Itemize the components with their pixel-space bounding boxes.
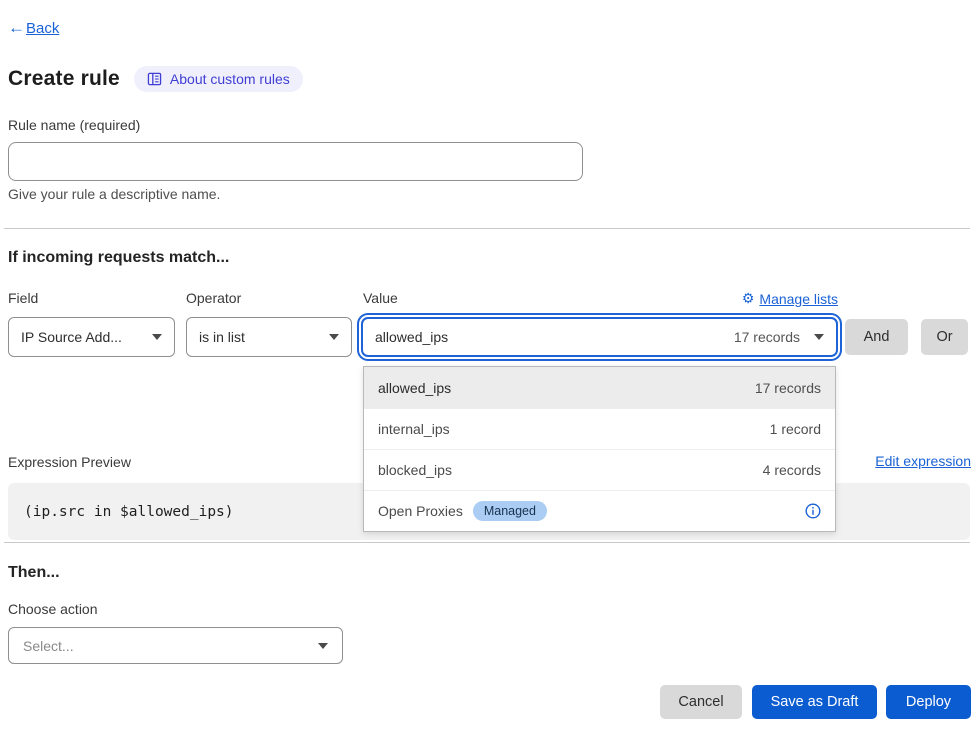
info-icon[interactable] [805, 503, 821, 519]
page-header: Create rule About custom rules [8, 66, 303, 92]
about-custom-rules-label: About custom rules [170, 71, 290, 87]
list-option-name: internal_ips [378, 421, 450, 437]
list-option-records: 4 records [763, 462, 821, 478]
list-option-name: allowed_ips [378, 380, 451, 396]
and-button[interactable]: And [845, 319, 908, 355]
field-column-label: Field [8, 290, 38, 306]
list-dropdown-menu: allowed_ips 17 records internal_ips 1 re… [363, 366, 836, 532]
list-option-allowed-ips[interactable]: allowed_ips 17 records [364, 367, 835, 408]
back-link[interactable]: ←Back [8, 18, 59, 38]
section-divider [4, 542, 970, 543]
operator-select-value: is in list [199, 329, 245, 345]
list-option-blocked-ips[interactable]: blocked_ips 4 records [364, 449, 835, 490]
rule-name-input[interactable] [8, 142, 583, 181]
field-select-value: IP Source Add... [21, 329, 122, 345]
list-option-name: Open Proxies [378, 503, 463, 519]
about-custom-rules-link[interactable]: About custom rules [134, 66, 303, 92]
deploy-button[interactable]: Deploy [886, 685, 971, 719]
choose-action-label: Choose action [8, 601, 98, 617]
manage-lists-link[interactable]: ⚙ Manage lists [742, 290, 838, 307]
list-option-internal-ips[interactable]: internal_ips 1 record [364, 408, 835, 449]
or-button[interactable]: Or [921, 319, 968, 355]
value-column-label: Value [363, 290, 398, 306]
edit-expression-link[interactable]: Edit expression [875, 453, 971, 469]
managed-badge: Managed [473, 501, 547, 521]
chevron-down-icon [814, 334, 824, 340]
manage-lists-label: Manage lists [759, 291, 838, 307]
value-select[interactable]: allowed_ips 17 records [361, 317, 838, 357]
expression-preview-label: Expression Preview [8, 454, 131, 470]
operator-select[interactable]: is in list [186, 317, 352, 357]
expression-code: (ip.src in $allowed_ips) [24, 504, 234, 520]
then-section-heading: Then... [8, 564, 60, 582]
action-select[interactable]: Select... [8, 627, 343, 664]
field-select[interactable]: IP Source Add... [8, 317, 175, 357]
rule-name-helper-text: Give your rule a descriptive name. [8, 186, 220, 202]
section-divider [4, 228, 970, 229]
list-option-records: 1 record [770, 421, 821, 437]
book-icon [147, 72, 162, 86]
match-section-heading: If incoming requests match... [8, 249, 229, 267]
chevron-down-icon [318, 643, 328, 649]
list-option-name: blocked_ips [378, 462, 452, 478]
value-select-value: allowed_ips [375, 329, 448, 345]
value-select-records: 17 records [734, 329, 800, 345]
save-as-draft-button[interactable]: Save as Draft [752, 685, 877, 719]
page-title: Create rule [8, 67, 120, 91]
gear-icon: ⚙ [742, 290, 755, 307]
list-option-open-proxies[interactable]: Open Proxies Managed [364, 490, 835, 531]
cancel-button[interactable]: Cancel [660, 685, 742, 719]
list-option-records: 17 records [755, 380, 821, 396]
action-select-placeholder: Select... [23, 638, 74, 654]
rule-name-label: Rule name (required) [8, 117, 140, 133]
back-link-label: Back [26, 20, 59, 37]
chevron-down-icon [329, 334, 339, 340]
back-arrow-icon: ← [8, 18, 25, 38]
chevron-down-icon [152, 334, 162, 340]
operator-column-label: Operator [186, 290, 241, 306]
create-rule-page: ←Back Create rule About custom rules Rul… [0, 0, 979, 739]
